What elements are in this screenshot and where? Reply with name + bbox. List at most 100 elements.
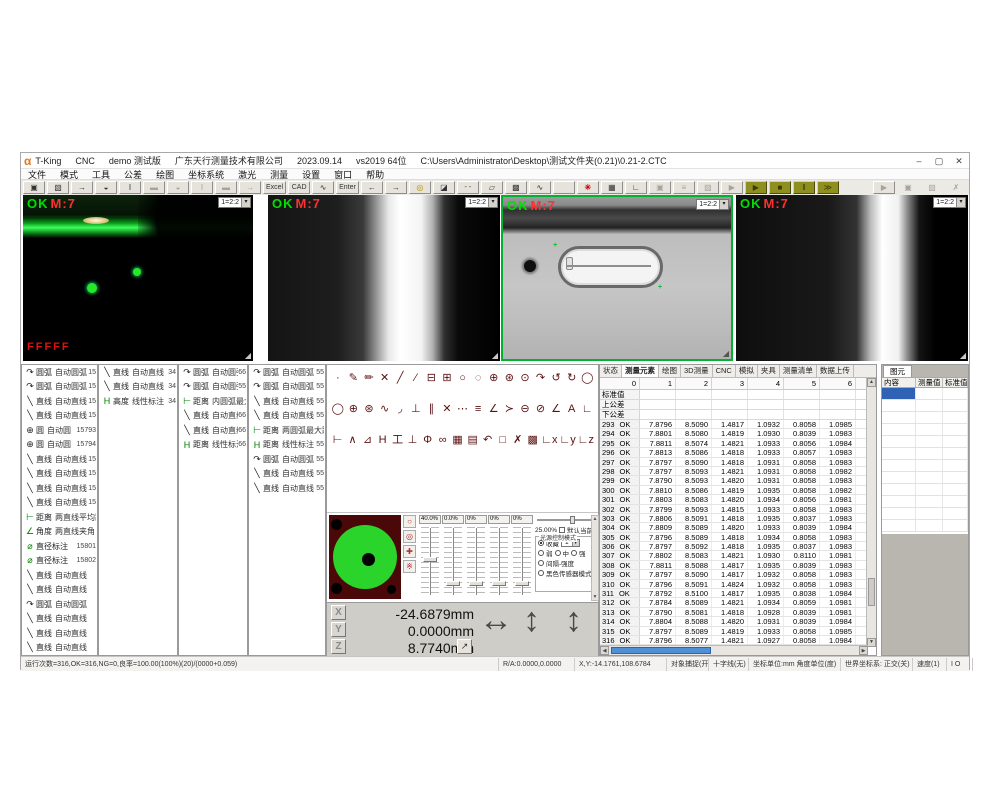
camera-view-3-selected[interactable]: + + OKM:7 1=2:2▾ ◢ (501, 195, 733, 361)
feature-row[interactable]: ↷圆弧自动圆弧66 (179, 365, 247, 380)
toolbar-open-button[interactable]: ▧ (47, 181, 69, 194)
light-seg-3-button[interactable]: ✚ (403, 545, 416, 558)
palette-tool-1-7-icon[interactable]: ⊟ (425, 371, 439, 385)
feature-row[interactable]: ↷圆弧自动圆弧 (22, 597, 97, 612)
camera-view-select[interactable]: 1=2:2▾ (696, 199, 729, 210)
toolbar-matrix-button[interactable]: ▦ (601, 181, 623, 194)
palette-tool-1-4-icon[interactable]: ✕ (378, 371, 392, 385)
level-weak-radio[interactable] (538, 550, 544, 556)
table-row[interactable]: 297OK7.87978.50901.48181.09310.80581.098… (600, 458, 876, 467)
palette-tool-2-12-icon[interactable]: ≻ (503, 402, 517, 416)
palette-tool-3-3-icon[interactable]: ⊿ (361, 433, 374, 447)
toolbar-move-down-button[interactable]: → (239, 181, 261, 194)
minimize-button[interactable]: – (909, 154, 929, 168)
table-row[interactable]: 295OK7.88118.50741.48211.09330.80561.098… (600, 439, 876, 448)
table-row[interactable]: 305OK7.87968.50891.48181.09340.80581.098… (600, 533, 876, 542)
palette-tool-2-7-icon[interactable]: ∥ (425, 402, 439, 416)
element-row[interactable] (882, 388, 968, 400)
element-row[interactable] (882, 448, 968, 460)
favorite-radio[interactable] (538, 540, 544, 546)
element-row[interactable] (882, 472, 968, 484)
hscroll-thumb[interactable] (611, 647, 711, 654)
table-tab-绘图[interactable]: 绘图 (659, 365, 681, 377)
table-row[interactable]: 312OK7.87848.50891.48211.09340.80591.098… (600, 598, 876, 607)
toolbar-chart-button[interactable]: ∟ (625, 181, 647, 194)
feature-row[interactable]: ╲直线自动直线66 (179, 423, 247, 438)
level-strong-radio[interactable] (571, 550, 577, 556)
toolbar-step-forward-button[interactable]: → (385, 181, 407, 194)
xy-jog-vertical-icon[interactable]: ↕ (523, 601, 540, 640)
palette-tool-3-14-icon[interactable]: ▩ (526, 433, 539, 447)
goto-origin-button[interactable]: ↗ (457, 639, 472, 654)
feature-row[interactable]: ╲直线自动直线 (22, 641, 97, 656)
palette-tool-2-9-icon[interactable]: ⋯ (456, 402, 470, 416)
palette-tool-2-11-icon[interactable]: ∠ (487, 402, 501, 416)
feature-row[interactable]: ╲直线自动直线55 (249, 467, 325, 482)
table-row[interactable]: 294OK7.88018.50801.48191.09300.80391.098… (600, 429, 876, 438)
feature-row[interactable]: ╲直线自动直线15 (22, 496, 97, 511)
toolbar-excel-export-button[interactable]: Excel (263, 181, 286, 194)
table-row[interactable]: 314OK7.88048.50881.48201.09310.80391.098… (600, 617, 876, 626)
table-tab-夹具[interactable]: 夹具 (758, 365, 780, 377)
table-row[interactable]: 313OK7.87908.50811.48181.09280.80391.098… (600, 608, 876, 617)
element-row[interactable] (882, 412, 968, 424)
slider-thumb[interactable] (570, 516, 575, 524)
table-row[interactable]: 300OK7.88108.50861.48191.09350.80581.098… (600, 486, 876, 495)
camera-view-select[interactable]: 1=2:2▾ (933, 197, 966, 208)
camera-view-1[interactable]: OKM:7 1=2:2▾ FFFFF ◢ (23, 195, 253, 361)
menu-item-测量[interactable]: 测量 (263, 168, 295, 181)
toolbar-enter-button[interactable]: Enter (336, 181, 359, 194)
light-slider-5[interactable]: 0% (511, 515, 533, 601)
palette-tool-1-8-icon[interactable]: ⊞ (440, 371, 454, 385)
toolbar-run-fast-button[interactable]: ≫ (817, 181, 839, 194)
menu-item-模式[interactable]: 模式 (53, 168, 85, 181)
palette-tool-1-14-icon[interactable]: ↷ (534, 371, 548, 385)
palette-tool-3-13-icon[interactable]: ✗ (511, 433, 524, 447)
feature-row[interactable]: ╲直线自动直线55 (249, 409, 325, 424)
palette-tool-1-10-icon[interactable]: ◌ (471, 371, 485, 385)
element-panel-body[interactable] (882, 388, 968, 534)
feature-row[interactable]: ↷圆弧自动圆弧15 (22, 365, 97, 380)
menu-item-绘图[interactable]: 绘图 (149, 168, 181, 181)
table-row[interactable]: 315OK7.87978.50891.48191.09330.80581.098… (600, 627, 876, 636)
feature-row[interactable]: H距离线性标注55 (249, 438, 325, 453)
toolbar-probe-down-button[interactable]: ◒ (167, 181, 189, 194)
palette-tool-1-15-icon[interactable]: ↺ (549, 371, 563, 385)
element-row[interactable] (882, 460, 968, 472)
toolbar-play2-button[interactable]: ▶ (873, 181, 895, 194)
feature-row[interactable]: ⊢距离两圆弧最大距 (249, 423, 325, 438)
element-row[interactable] (882, 520, 968, 532)
feature-row[interactable]: ⊢距离两直线平均距 (22, 510, 97, 525)
camera-view-2[interactable]: OKM:7 1=2:2▾ ◢ (268, 195, 500, 361)
resize-handle-icon[interactable]: ◢ (960, 351, 966, 360)
table-tab-CNC[interactable]: CNC (713, 365, 736, 377)
table-tab-数据上传[interactable]: 数据上传 (817, 365, 854, 377)
toolbar-star-button[interactable]: ✳ (577, 181, 599, 194)
feature-list-3[interactable]: ↷圆弧自动圆弧66↷圆弧自动圆弧55⊢距离内圆弧最大距╲直线自动直线66╲直线自… (178, 364, 248, 656)
palette-tool-3-2-icon[interactable]: ∧ (346, 433, 359, 447)
toolbar-batch-button[interactable]: ≡ (673, 181, 695, 194)
toolbar-dash-button[interactable]: - - (457, 181, 479, 194)
toolbar-stage-button[interactable]: ▬ (143, 181, 165, 194)
toolbar-run-pause-button[interactable]: ‖ (793, 181, 815, 194)
palette-tool-1-16-icon[interactable]: ↻ (565, 371, 579, 385)
toolbar-report-button[interactable]: ∿ (312, 181, 334, 194)
palette-tool-3-7-icon[interactable]: Φ (421, 433, 434, 447)
toolbar-save3-button[interactable]: ▣ (897, 181, 919, 194)
feature-list-1[interactable]: ↷圆弧自动圆弧15↷圆弧自动圆弧15╲直线自动直线15╲直线自动直线15⊕圆自动… (21, 364, 98, 656)
options-scrollbar[interactable]: ▲▼ (591, 515, 599, 601)
palette-tool-2-2-icon[interactable]: ⊕ (347, 402, 361, 416)
toolbar-step-back-button[interactable]: ← (361, 181, 383, 194)
chevron-down-icon[interactable]: ▾ (956, 198, 965, 207)
feature-row[interactable]: ⊢距离内圆弧最大距 (179, 394, 247, 409)
palette-tool-1-12-icon[interactable]: ⊛ (503, 371, 517, 385)
feature-row[interactable]: ╲直线自动直线55 (249, 481, 325, 496)
palette-tool-2-14-icon[interactable]: ⊘ (534, 402, 548, 416)
table-row[interactable]: 293OK7.87968.50901.48171.09320.80581.098… (600, 420, 876, 429)
table-tab-3D测量[interactable]: 3D测量 (681, 365, 713, 377)
feature-row[interactable]: ╲直线自动直线15 (22, 394, 97, 409)
palette-tool-3-6-icon[interactable]: ⊥ (406, 433, 419, 447)
toolbar-open3-button[interactable]: ▧ (921, 181, 943, 194)
resize-handle-icon[interactable]: ◢ (723, 349, 729, 358)
feature-row[interactable]: ⊕圆自动圆15793 (22, 423, 97, 438)
